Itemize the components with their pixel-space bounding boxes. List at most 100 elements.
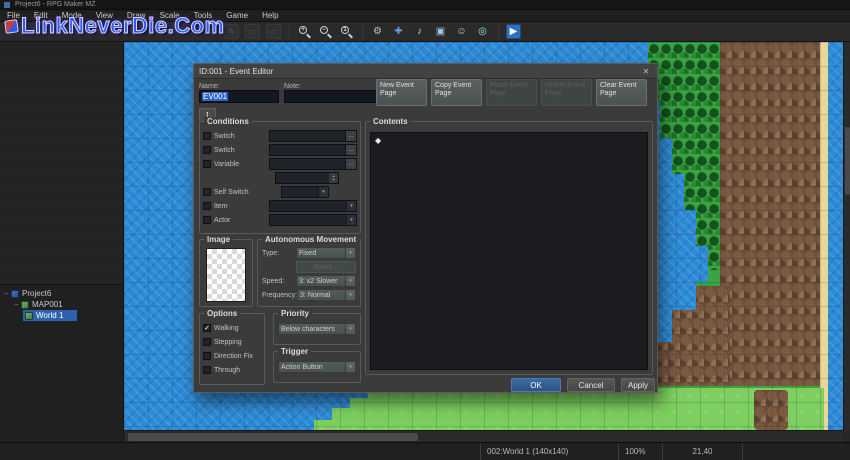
priority-value: Below characters [281, 326, 335, 333]
item-checkbox[interactable] [203, 202, 211, 210]
event-searcher-icon[interactable]: ◎ [475, 24, 490, 39]
self-switch-checkbox[interactable] [203, 188, 211, 196]
actor-checkbox[interactable] [203, 216, 211, 224]
character-generator-icon[interactable]: ☺ [454, 24, 469, 39]
horizontal-scrollbar[interactable] [124, 430, 843, 442]
trigger-select[interactable]: Action Button ▾ [278, 361, 356, 373]
event-commands-list[interactable]: ◆ [370, 132, 648, 370]
scrollbar-corner [843, 430, 850, 442]
command-bullet[interactable]: ◆ [375, 136, 381, 145]
event-name-input[interactable]: EV001 [199, 90, 279, 103]
copy-event-page-button[interactable]: Copy Event Page [431, 79, 482, 106]
database-icon[interactable]: ⚙ [370, 24, 385, 39]
menu-scale[interactable]: Scale [153, 10, 187, 22]
tree-item-label: MAP001 [32, 300, 63, 309]
picker-button[interactable]: ... [345, 131, 356, 141]
event-note-input[interactable] [284, 90, 377, 103]
statusbar: 002:World 1 (140x140) 100% 21,40 [0, 442, 850, 460]
menu-view[interactable]: View [89, 10, 120, 22]
menu-draw[interactable]: Draw [120, 10, 153, 22]
sound-test-icon[interactable]: ♪ [412, 24, 427, 39]
switch1-picker[interactable]: ... [269, 130, 357, 142]
movement-speed-select[interactable]: 3: x2 Slower▾ [296, 275, 356, 287]
playtest-icon[interactable]: ▶ [506, 24, 521, 39]
stepping-checkbox[interactable] [203, 338, 211, 346]
dialog-titlebar[interactable]: ID:001 - Event Editor ✕ [194, 64, 657, 79]
trigger-title: Trigger [278, 347, 311, 356]
vertical-scrollbar[interactable] [843, 42, 850, 430]
status-spacer [742, 443, 850, 460]
menu-help[interactable]: Help [255, 10, 285, 22]
tree-item-world1[interactable]: World 1 [0, 310, 123, 321]
zoom-in-icon[interactable]: + [297, 24, 312, 39]
priority-title: Priority [278, 309, 312, 318]
direction-fix-checkbox[interactable] [203, 352, 211, 360]
walking-checkbox[interactable]: ✓ [203, 324, 211, 332]
note-label: Note: [284, 83, 301, 90]
switch2-picker[interactable]: ... [269, 144, 357, 156]
conditions-title: Conditions [204, 117, 252, 126]
resource-manager-icon[interactable]: ▣ [433, 24, 448, 39]
variable-picker[interactable]: ... [269, 158, 357, 170]
priority-select[interactable]: Below characters ▾ [278, 323, 356, 335]
menu-tools[interactable]: Tools [187, 10, 220, 22]
trigger-value: Action Button [281, 364, 323, 371]
tree-item-label: World 1 [36, 311, 63, 320]
image-group: Image [199, 239, 253, 307]
menu-file[interactable]: File [0, 10, 27, 22]
conditions-group: Conditions Switch ... Switch ... Variabl… [199, 121, 361, 234]
new-event-page-button[interactable]: New Event Page [376, 79, 427, 106]
tree-expander-icon[interactable]: – [13, 301, 20, 308]
clear-event-page-button[interactable]: Clear Event Page [596, 79, 647, 106]
tree-expander-icon[interactable]: – [3, 290, 10, 297]
cancel-button[interactable]: Cancel [567, 378, 615, 392]
chevron-down-icon: ▾ [345, 362, 355, 372]
movement-type-select[interactable]: Fixed▾ [296, 247, 356, 259]
variable-checkbox[interactable] [203, 160, 211, 168]
event-image-placeholder[interactable] [206, 248, 246, 302]
horizontal-scrollbar-thumb[interactable] [128, 433, 418, 441]
tree-item-map001[interactable]: – MAP001 [0, 299, 123, 310]
close-icon[interactable]: ✕ [640, 67, 652, 76]
app-icon [4, 2, 10, 8]
map-mountains [754, 390, 788, 430]
variable-value-spinner[interactable]: ▴▾ [275, 172, 339, 184]
options-title: Options [204, 309, 240, 318]
menu-game[interactable]: Game [219, 10, 255, 22]
chevron-down-icon: ▾ [345, 324, 355, 334]
picker-button[interactable]: ... [345, 145, 356, 155]
contents-title: Contents [370, 117, 411, 126]
self-switch-label: Self Switch [214, 189, 249, 196]
map-mountains [720, 42, 820, 386]
actor-select[interactable]: ▾ [269, 214, 357, 226]
vertical-scrollbar-thumb[interactable] [845, 127, 850, 195]
rectangle-tool-icon[interactable]: ▭ [245, 24, 260, 39]
menu-edit[interactable]: Edit [27, 10, 55, 22]
fill-tool-icon[interactable]: ▱ [266, 24, 281, 39]
toolbar: ✎ ▭ ▱ + − 1 ⚙ ✚ ♪ ▣ ☺ ◎ ▶ [0, 22, 850, 42]
tree-item-project[interactable]: – Project6 [0, 288, 123, 299]
item-select[interactable]: ▾ [269, 200, 357, 212]
movement-frequency-select[interactable]: 3: Normal▾ [297, 289, 356, 301]
zoom-out-icon[interactable]: − [318, 24, 333, 39]
apply-button[interactable]: Apply [621, 378, 655, 392]
through-label: Through [214, 367, 240, 374]
through-checkbox[interactable] [203, 366, 211, 374]
spin-down-icon[interactable]: ▾ [332, 178, 334, 182]
pencil-tool-icon[interactable]: ✎ [224, 24, 239, 39]
tileset-palette[interactable] [0, 42, 123, 284]
switch1-checkbox[interactable] [203, 132, 211, 140]
plugin-manager-icon[interactable]: ✚ [391, 24, 406, 39]
chevron-down-icon: ▾ [346, 215, 356, 225]
zoom-actual-icon[interactable]: 1 [339, 24, 354, 39]
event-editor-dialog: ID:001 - Event Editor ✕ Name: EV001 Note… [193, 63, 658, 393]
toolbar-separator [362, 25, 363, 38]
status-map-info: 002:World 1 (140x140) [480, 443, 618, 460]
self-switch-select[interactable]: ▾ [281, 186, 329, 198]
options-group: Options ✓ Walking Stepping Direction Fix… [199, 313, 265, 385]
item-label: Item [214, 203, 228, 210]
switch2-checkbox[interactable] [203, 146, 211, 154]
picker-button[interactable]: ... [345, 159, 356, 169]
ok-button[interactable]: OK [511, 378, 561, 392]
menu-mode[interactable]: Mode [55, 10, 89, 22]
